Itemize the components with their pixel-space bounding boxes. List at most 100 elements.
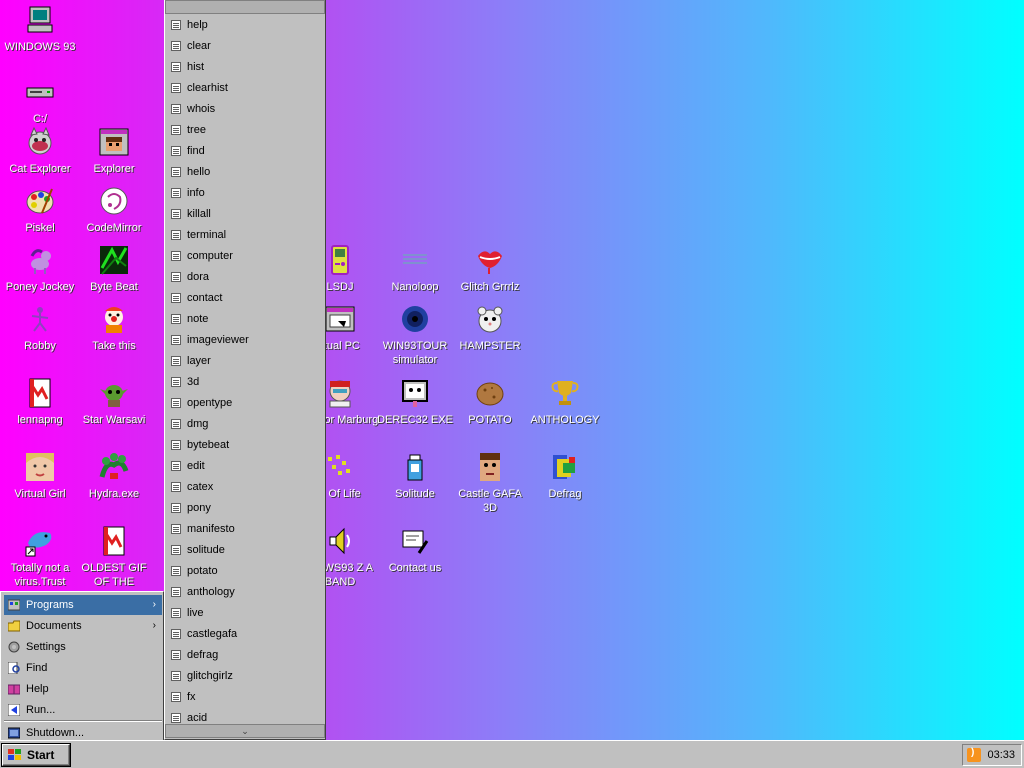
programs-submenu-item[interactable]: whois: [169, 99, 321, 120]
desktop-icon-label: Virtual Girl: [14, 488, 66, 500]
submenu-scroll-up[interactable]: [165, 0, 325, 14]
computer-icon: [27, 6, 53, 33]
programs-submenu-item-label: clear: [187, 40, 211, 52]
programs-submenu-item[interactable]: 3d: [169, 372, 321, 393]
desktop-icon[interactable]: Robby: [0, 303, 80, 353]
programs-submenu-item[interactable]: clearhist: [169, 78, 321, 99]
start-menu-item-label: Settings: [26, 641, 66, 653]
programs-submenu-item[interactable]: killall: [169, 204, 321, 225]
desktop-icon[interactable]: Hydra.exe: [74, 451, 154, 501]
programs-submenu-item-label: opentype: [187, 397, 233, 409]
programs-submenu-item[interactable]: terminal: [169, 225, 321, 246]
programs-submenu-item[interactable]: info: [169, 183, 321, 204]
programs-submenu-item[interactable]: catex: [169, 477, 321, 498]
programs-submenu-item[interactable]: help: [169, 15, 321, 36]
programs-submenu-item-label: tree: [187, 124, 206, 136]
start-button[interactable]: Start: [2, 744, 70, 766]
desktop-icon[interactable]: Nanoloop: [375, 244, 455, 294]
desktop-icon[interactable]: Contact us: [375, 525, 455, 575]
programs-submenu-item[interactable]: hello: [169, 162, 321, 183]
program-file-icon: [171, 398, 181, 408]
desktop-icon-label: Byte Beat: [90, 281, 138, 293]
desktop-icon[interactable]: Virtual Girl: [0, 451, 80, 501]
desktop-icon[interactable]: Castle GAFA 3D: [450, 451, 530, 515]
desktop-icon-label: lennapng: [17, 414, 63, 426]
program-file-icon: [171, 377, 181, 387]
programs-submenu-item[interactable]: manifesto: [169, 519, 321, 540]
start-menu-item-settings[interactable]: Settings: [4, 637, 162, 657]
programs-submenu-item[interactable]: hist: [169, 57, 321, 78]
desktop-icon[interactable]: Explorer: [74, 126, 154, 176]
desktop-icon[interactable]: OLDEST GIF OF THE: [74, 525, 154, 589]
programs-submenu-item[interactable]: note: [169, 309, 321, 330]
desktop-icon[interactable]: DEREC32 EXE: [375, 377, 455, 427]
programs-submenu-item-label: computer: [187, 250, 233, 262]
desktop-icon[interactable]: Take this: [74, 303, 154, 353]
programs-submenu-item[interactable]: castlegafa: [169, 624, 321, 645]
programs-submenu-item[interactable]: anthology: [169, 582, 321, 603]
programs-submenu-item[interactable]: dora: [169, 267, 321, 288]
programs-submenu-item-label: edit: [187, 460, 205, 472]
windows-logo-icon: [8, 749, 21, 760]
programs-submenu-item[interactable]: tree: [169, 120, 321, 141]
desktop-icon[interactable]: WIN93TOUR simulator: [375, 303, 455, 367]
desktop-icon[interactable]: Poney Jockey: [0, 244, 80, 294]
programs-submenu-item-label: solitude: [187, 544, 225, 556]
program-file-icon: [171, 545, 181, 555]
desktop-icon[interactable]: HAMPSTER: [450, 303, 530, 353]
programs-submenu-item-label: catex: [187, 481, 214, 493]
programs-submenu-item-label: find: [187, 145, 205, 157]
explorer-window-icon: [99, 128, 129, 156]
start-menu-item-run[interactable]: Run...: [4, 700, 162, 720]
programs-submenu-item[interactable]: solitude: [169, 540, 321, 561]
desktop-icon-label: POTATO: [468, 414, 512, 426]
desktop-icon[interactable]: Defrag: [525, 451, 605, 501]
programs-submenu-item[interactable]: defrag: [169, 645, 321, 666]
programs-submenu-item[interactable]: computer: [169, 246, 321, 267]
palette-icon: [26, 188, 54, 214]
desktop-icon[interactable]: C:/: [0, 76, 80, 126]
programs-submenu-item[interactable]: opentype: [169, 393, 321, 414]
desktop-icon-label: Take this: [92, 340, 136, 352]
programs-submenu-item-label: anthology: [187, 586, 235, 598]
program-file-icon: [171, 209, 181, 219]
programs-submenu-item[interactable]: live: [169, 603, 321, 624]
programs-submenu-item[interactable]: imageviewer: [169, 330, 321, 351]
programs-submenu-item[interactable]: glitchgirlz: [169, 666, 321, 687]
programs-submenu-item[interactable]: layer: [169, 351, 321, 372]
shutdown-icon: [8, 727, 20, 739]
programs-submenu-item[interactable]: fx: [169, 687, 321, 708]
start-menu-item-documents[interactable]: Documents ›: [4, 616, 162, 636]
drive-icon: [26, 87, 54, 98]
desktop-icon[interactable]: Star Warsavi: [74, 377, 154, 427]
desktop-icon[interactable]: WINDOWS 93: [0, 4, 80, 54]
desktop-icon[interactable]: Byte Beat: [74, 244, 154, 294]
programs-submenu-item[interactable]: bytebeat: [169, 435, 321, 456]
desktop-icon-label: WIN93TOUR simulator: [382, 340, 448, 366]
program-file-icon: [171, 146, 181, 156]
programs-submenu-item[interactable]: contact: [169, 288, 321, 309]
desktop-icon-label: CodeMirror: [86, 222, 142, 234]
desktop-icon[interactable]: Solitude: [375, 451, 455, 501]
programs-submenu-item-label: terminal: [187, 229, 227, 241]
submenu-scroll-down[interactable]: ⌄: [165, 724, 325, 738]
start-menu-item-programs[interactable]: Programs ›: [4, 595, 162, 615]
programs-submenu-item[interactable]: clear: [169, 36, 321, 57]
desktop-icon[interactable]: Glitch Grrrlz: [450, 244, 530, 294]
desktop-icon[interactable]: lennapng: [0, 377, 80, 427]
programs-submenu-item[interactable]: edit: [169, 456, 321, 477]
programs-submenu-item[interactable]: dmg: [169, 414, 321, 435]
rss-icon[interactable]: [967, 747, 981, 762]
start-menu-item-find[interactable]: Find: [4, 658, 162, 678]
start-menu-item-help[interactable]: Help: [4, 679, 162, 699]
desktop-icon[interactable]: ANTHOLOGY: [525, 377, 605, 427]
desktop-icon[interactable]: POTATO: [450, 377, 530, 427]
program-file-icon: [171, 62, 181, 72]
desktop-icon[interactable]: Cat Explorer: [0, 126, 80, 176]
programs-submenu-item[interactable]: potato: [169, 561, 321, 582]
desktop-icon[interactable]: CodeMirror: [74, 185, 154, 235]
programs-submenu-item[interactable]: find: [169, 141, 321, 162]
programs-submenu-item[interactable]: pony: [169, 498, 321, 519]
desktop-icon[interactable]: Piskel: [0, 185, 80, 235]
desktop-icon[interactable]: Totally not a virus.Trust: [0, 525, 80, 589]
